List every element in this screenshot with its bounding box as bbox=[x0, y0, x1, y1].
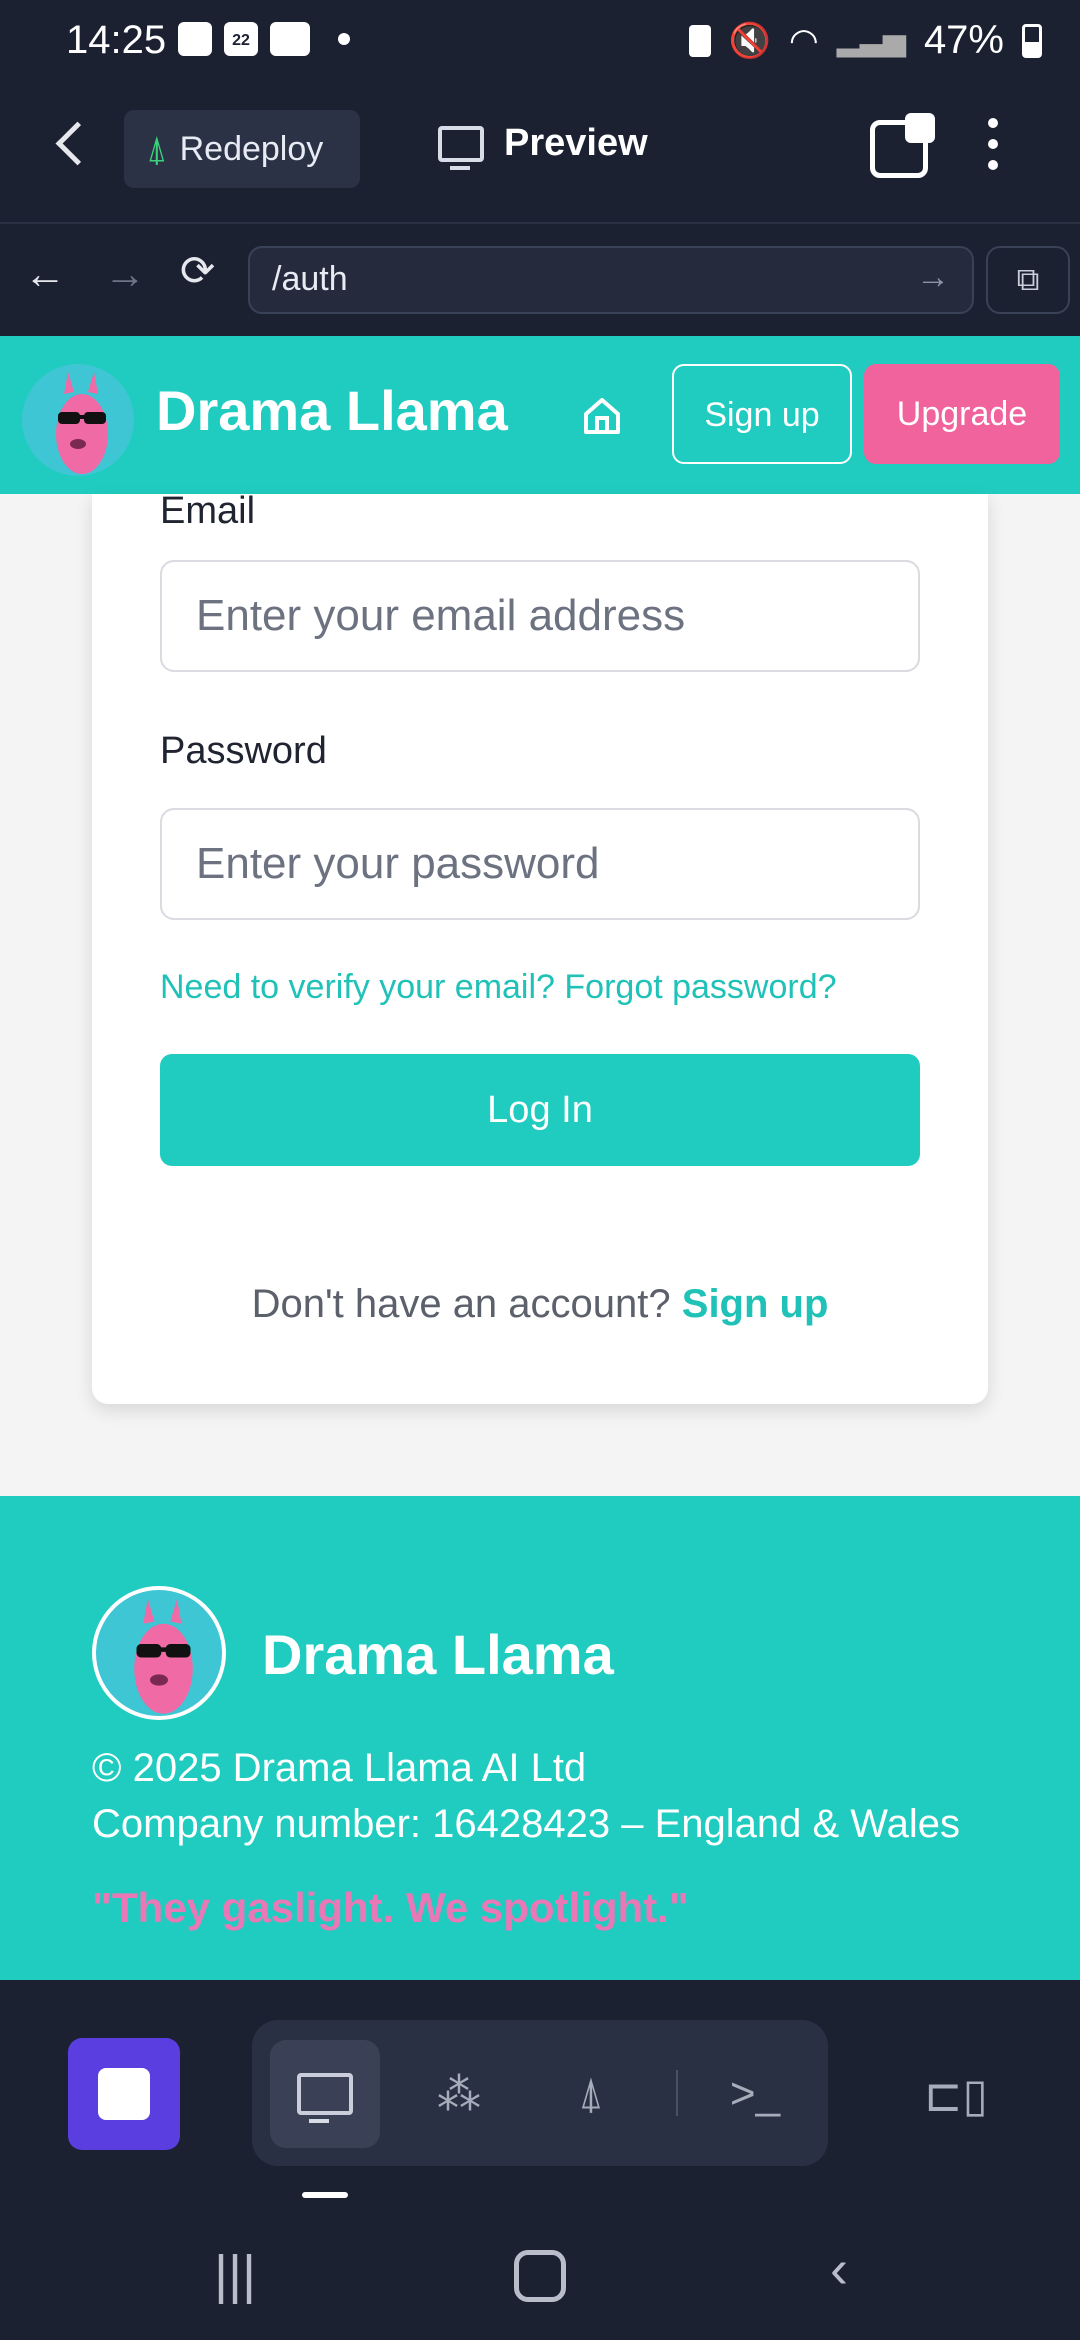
site-header: Drama Llama Sign up Upgrade bbox=[0, 336, 1080, 494]
wifi-icon: ◠ bbox=[789, 21, 819, 60]
monitor-icon bbox=[438, 125, 484, 170]
battery-icon bbox=[1022, 23, 1042, 58]
browser-bar: ← → ⟳ /auth → ⧉ bbox=[0, 224, 1080, 336]
battery-saver-icon bbox=[688, 24, 711, 57]
no-account-text: Don't have an account? bbox=[251, 1282, 671, 1326]
footer-llama-logo bbox=[92, 1586, 226, 1720]
bottom-dock: ⁂ ⍋ >_ ⊏▯ ||| ‹ bbox=[0, 1980, 1080, 2340]
header-signup-button[interactable]: Sign up bbox=[672, 364, 852, 464]
copyright-text: © 2025 Drama Llama AI Ltd bbox=[92, 1746, 587, 1790]
password-label: Password bbox=[160, 730, 327, 772]
recent-apps-icon[interactable]: ||| bbox=[214, 2244, 256, 2306]
footer-brand: Drama Llama bbox=[262, 1623, 614, 1686]
calendar-icon: 22 bbox=[224, 22, 258, 56]
email-input[interactable] bbox=[160, 560, 920, 672]
home-icon[interactable] bbox=[580, 394, 624, 438]
panel-toggle-icon[interactable]: ⊏▯ bbox=[924, 2068, 988, 2122]
tabs-icon[interactable] bbox=[870, 113, 935, 178]
more-options-icon[interactable] bbox=[988, 118, 1000, 181]
signup-link[interactable]: Sign up bbox=[682, 1282, 829, 1326]
home-nav-icon[interactable] bbox=[514, 2250, 566, 2302]
login-card: Email Password Need to verify your email… bbox=[92, 490, 988, 1404]
deploy-tab-icon[interactable]: ⍋ bbox=[536, 2040, 646, 2148]
status-bar: 14:25 22 🔇 ◠ ▂▃▅ 47% bbox=[0, 0, 1080, 90]
preview-tab-icon[interactable] bbox=[270, 2040, 380, 2148]
browser-back-icon[interactable]: ← bbox=[24, 250, 66, 298]
forgot-password-link[interactable]: Forgot password? bbox=[564, 968, 836, 1006]
workspace-tab-icon[interactable]: ⁂ bbox=[404, 2040, 514, 2148]
open-external-icon[interactable]: ⧉ bbox=[986, 246, 1070, 314]
login-button[interactable]: Log In bbox=[160, 1054, 920, 1166]
youtube-icon bbox=[270, 22, 310, 56]
terminal-tab-icon[interactable]: >_ bbox=[700, 2040, 810, 2148]
gallery-icon bbox=[178, 22, 212, 56]
notification-dot-icon bbox=[338, 33, 350, 45]
password-input[interactable] bbox=[160, 808, 920, 920]
url-field[interactable]: /auth → bbox=[248, 246, 974, 314]
mute-icon: 🔇 bbox=[728, 21, 772, 60]
dock-tab-group: ⁂ ⍋ >_ bbox=[252, 2020, 828, 2166]
llama-logo[interactable] bbox=[22, 364, 134, 476]
preview-button[interactable]: Preview bbox=[438, 122, 648, 170]
app-toolbar: ⍋ Redeploy Preview bbox=[0, 90, 1080, 224]
active-tab-indicator bbox=[302, 2192, 348, 2198]
company-number-text: Company number: 16428423 – England & Wal… bbox=[92, 1802, 960, 1846]
verify-email-link[interactable]: Need to verify your email? bbox=[160, 968, 555, 1006]
battery-percent: 47% bbox=[923, 18, 1004, 62]
stop-button[interactable] bbox=[68, 2038, 180, 2150]
back-nav-icon[interactable]: ‹ bbox=[830, 2238, 848, 2300]
redeploy-button[interactable]: ⍋ Redeploy bbox=[124, 110, 360, 188]
footer: Drama Llama © 2025 Drama Llama AI Ltd Co… bbox=[0, 1496, 1080, 1980]
go-arrow-icon[interactable]: → bbox=[916, 258, 950, 297]
tagline: "They gaslight. We spotlight." bbox=[92, 1884, 689, 1931]
email-label: Email bbox=[160, 490, 256, 532]
upgrade-button[interactable]: Upgrade bbox=[864, 364, 1060, 464]
reload-icon[interactable]: ⟳ bbox=[180, 246, 215, 295]
clock: 14:25 bbox=[66, 18, 167, 62]
back-icon[interactable] bbox=[55, 121, 100, 166]
browser-forward-icon[interactable]: → bbox=[104, 250, 146, 298]
deploy-icon: ⍋ bbox=[146, 127, 168, 169]
signal-icon: ▂▃▅ bbox=[836, 24, 906, 57]
site-brand[interactable]: Drama Llama bbox=[156, 378, 508, 443]
